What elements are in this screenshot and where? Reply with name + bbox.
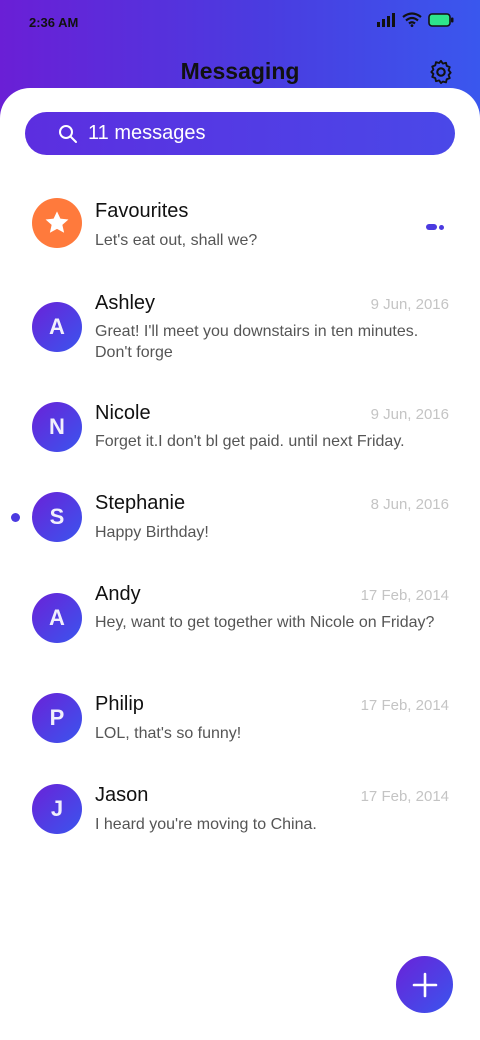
message-date: 9 Jun, 2016 xyxy=(370,406,449,423)
new-message-button[interactable] xyxy=(396,956,453,1013)
settings-button[interactable] xyxy=(427,58,455,86)
page-title: Messaging xyxy=(180,58,300,84)
search-label: 11 messages xyxy=(88,122,206,144)
status-time: 2:36 AM xyxy=(29,15,79,30)
avatar: J xyxy=(32,784,82,834)
message-date: 8 Jun, 2016 xyxy=(370,496,449,513)
unread-indicator xyxy=(11,513,20,522)
avatar-initial: P xyxy=(49,705,65,730)
contact-name: Stephanie xyxy=(95,492,186,514)
plus-icon xyxy=(412,972,437,997)
contact-name: Philip xyxy=(95,693,144,715)
message-date: 9 Jun, 2016 xyxy=(370,296,449,313)
contact-name: Ashley xyxy=(95,292,156,314)
message-date: 17 Feb, 2014 xyxy=(360,587,449,604)
search-icon xyxy=(59,124,77,143)
battery-icon xyxy=(428,12,454,27)
star-icon xyxy=(45,211,69,233)
avatar-initial: A xyxy=(49,314,65,339)
message-preview: Great! I'll meet you downstairs in ten m… xyxy=(95,323,419,361)
message-preview: Forget it.I don't bl get paid. until nex… xyxy=(95,433,405,450)
contact-name: Favourites xyxy=(95,200,189,222)
avatar: A xyxy=(32,302,82,352)
avatar-initial: A xyxy=(49,605,65,630)
avatar xyxy=(32,198,82,248)
message-preview: I heard you're moving to China. xyxy=(95,816,317,833)
avatar: N xyxy=(32,402,82,452)
message-preview: LOL, that's so funny! xyxy=(95,725,242,742)
avatar-initial: J xyxy=(50,796,64,821)
contact-name: Andy xyxy=(95,583,141,605)
avatar-initial: S xyxy=(49,504,65,529)
wifi-icon xyxy=(402,12,422,27)
status-bar: 2:36 AM xyxy=(0,0,480,44)
contact-name: Jason xyxy=(95,784,149,806)
avatar: P xyxy=(32,693,82,743)
status-icons xyxy=(376,12,454,27)
message-preview: Hey, want to get together with Nicole on… xyxy=(95,614,435,631)
gear-icon xyxy=(430,59,452,85)
message-date: 17 Feb, 2014 xyxy=(360,788,449,805)
search-bar[interactable]: 11 messages xyxy=(25,112,455,155)
content-sheet: 11 messages Favourites Let's eat out, sh… xyxy=(0,88,480,1040)
message-preview: Let's eat out, shall we? xyxy=(95,232,258,249)
avatar: S xyxy=(32,492,82,542)
message-date: 17 Feb, 2014 xyxy=(360,697,449,714)
contact-name: Nicole xyxy=(95,402,151,424)
message-preview: Happy Birthday! xyxy=(95,524,209,541)
signal-icon xyxy=(377,12,395,27)
avatar: A xyxy=(32,593,82,643)
avatar-initial: N xyxy=(49,414,65,439)
